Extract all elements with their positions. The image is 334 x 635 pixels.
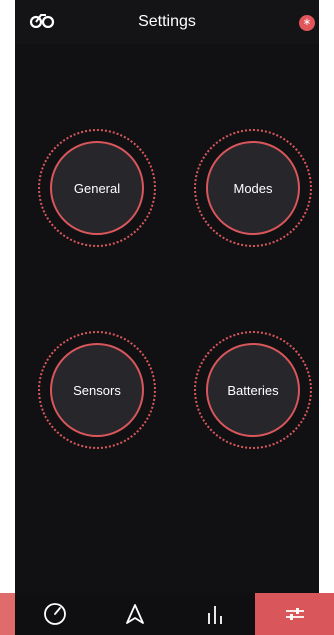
- settings-grid: General Modes Sensors Batteries: [15, 44, 319, 593]
- batteries-button[interactable]: Batteries: [194, 331, 312, 449]
- stats-icon: [208, 606, 222, 624]
- nav-item-speed[interactable]: [15, 593, 95, 635]
- app-screen: Settings ∗ General Modes Sensors Batteri…: [15, 0, 319, 593]
- bluetooth-icon[interactable]: ∗: [299, 15, 315, 31]
- navigation-icon: [126, 604, 144, 624]
- sensors-label: Sensors: [50, 343, 144, 437]
- page-title: Settings: [138, 13, 196, 30]
- modes-button[interactable]: Modes: [194, 129, 312, 247]
- sensors-button[interactable]: Sensors: [38, 331, 156, 449]
- nav-item-stats[interactable]: [175, 593, 255, 635]
- top-bar: Settings ∗: [15, 0, 319, 44]
- nav-item-navigate[interactable]: [95, 593, 175, 635]
- general-button[interactable]: General: [38, 129, 156, 247]
- nav-left-accent: [0, 593, 15, 635]
- batteries-label: Batteries: [206, 343, 300, 437]
- sliders-icon: [285, 608, 304, 620]
- nav-item-settings[interactable]: [255, 593, 334, 635]
- bottom-nav: [15, 593, 334, 635]
- speedometer-icon: [44, 603, 66, 625]
- general-label: General: [50, 141, 144, 235]
- modes-label: Modes: [206, 141, 300, 235]
